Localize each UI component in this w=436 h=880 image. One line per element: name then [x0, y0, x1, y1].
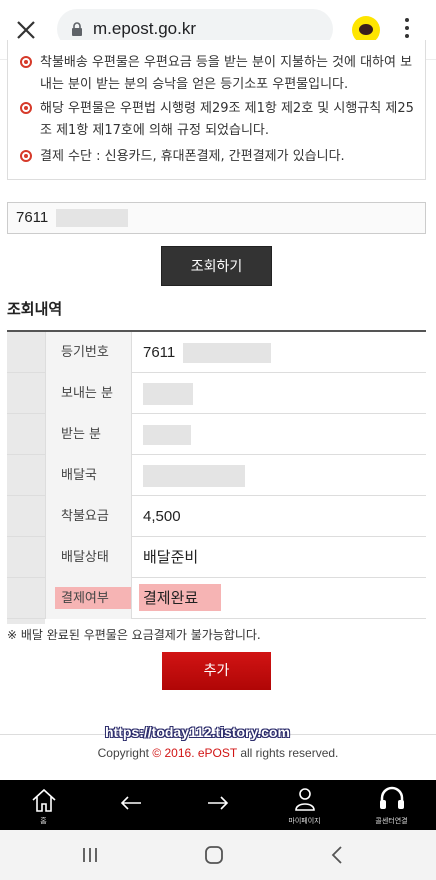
notice-item: 착불배송 우편물은 우편요금 등을 받는 분이 지불하는 것에 대하여 보내는 …: [20, 52, 420, 96]
notice-box: 착불배송 우편물은 우편요금 등을 받는 분이 지불하는 것에 대하여 보내는 …: [7, 40, 426, 180]
back-button-icon[interactable]: [318, 842, 358, 868]
row-label: 배달상태: [45, 537, 132, 578]
row-label: 보내는 분: [45, 373, 132, 414]
system-nav-bar: [0, 830, 436, 880]
table-row: 받는 분: [7, 414, 426, 455]
table-row: 등기번호 7611: [7, 332, 426, 373]
row-label: 배달국: [45, 455, 132, 496]
redacted-block: [143, 383, 193, 406]
redacted-block: [183, 343, 272, 364]
notice-item: 결제 수단 : 신용카드, 휴대폰결제, 간편결제가 있습니다.: [20, 146, 420, 168]
add-button[interactable]: 추가: [162, 652, 271, 690]
row-label: 착불요금: [45, 496, 132, 537]
row-value: 결제완료: [143, 589, 199, 607]
forward-arrow-icon: [207, 796, 228, 810]
row-label: 받는 분: [45, 414, 132, 455]
lock-icon: [72, 22, 82, 36]
row-value: [143, 414, 191, 455]
table-row: 보내는 분: [7, 373, 426, 414]
watermark: https://today112.tistory.com: [105, 724, 290, 740]
back-arrow-icon: [120, 796, 141, 810]
row-label: 등기번호: [45, 332, 132, 373]
result-table: 등기번호 7611 보내는 분 받는 분 배달국 착불요금 4,500 배달상태…: [7, 330, 426, 624]
app-bottom-nav: 홈 마이페이지 콜센터연결: [0, 780, 436, 830]
row-value: [143, 373, 193, 414]
nav-home[interactable]: 홈: [0, 780, 87, 830]
notice-item: 해당 우편물은 우편법 시행령 제29조 제1항 제2호 및 시행규칙 제25조…: [20, 98, 420, 142]
headset-icon: [379, 786, 404, 809]
row-value: [143, 455, 245, 496]
result-title: 조회내역: [7, 300, 63, 318]
search-button[interactable]: 조회하기: [161, 246, 272, 286]
tracking-number-input[interactable]: 7611: [7, 202, 426, 234]
recent-apps-icon[interactable]: [70, 842, 110, 868]
more-menu-icon[interactable]: [404, 18, 410, 42]
table-row: 배달상태 배달준비: [7, 537, 426, 578]
nav-callcenter[interactable]: 콜센터연결: [348, 780, 435, 830]
nav-back[interactable]: [87, 780, 174, 830]
bullet-icon: [20, 56, 32, 68]
bullet-icon: [20, 150, 32, 162]
redacted-block: [143, 425, 191, 446]
copyright: Copyright © 2016. ePOST all rights reser…: [97, 746, 339, 760]
url-text: m.epost.go.kr: [93, 19, 196, 38]
payment-note: ※ 배달 완료된 우편물은 요금결제가 불가능합니다.: [7, 628, 261, 642]
user-icon: [294, 788, 315, 811]
redacted-block: [143, 465, 245, 488]
table-row: 착불요금 4,500: [7, 496, 426, 537]
table-row: 결제여부 결제완료: [7, 578, 426, 619]
nav-forward[interactable]: [174, 780, 261, 830]
bullet-icon: [20, 102, 32, 114]
redacted-block: [56, 209, 129, 228]
row-value: 7611: [143, 332, 272, 373]
nav-mypage[interactable]: 마이페이지: [261, 780, 348, 830]
home-icon: [31, 788, 56, 812]
close-icon[interactable]: [14, 18, 38, 42]
home-button-icon[interactable]: [194, 842, 234, 868]
row-value: 배달준비: [143, 548, 199, 566]
row-value: 4,500: [143, 508, 181, 525]
table-row: 배달국: [7, 455, 426, 496]
